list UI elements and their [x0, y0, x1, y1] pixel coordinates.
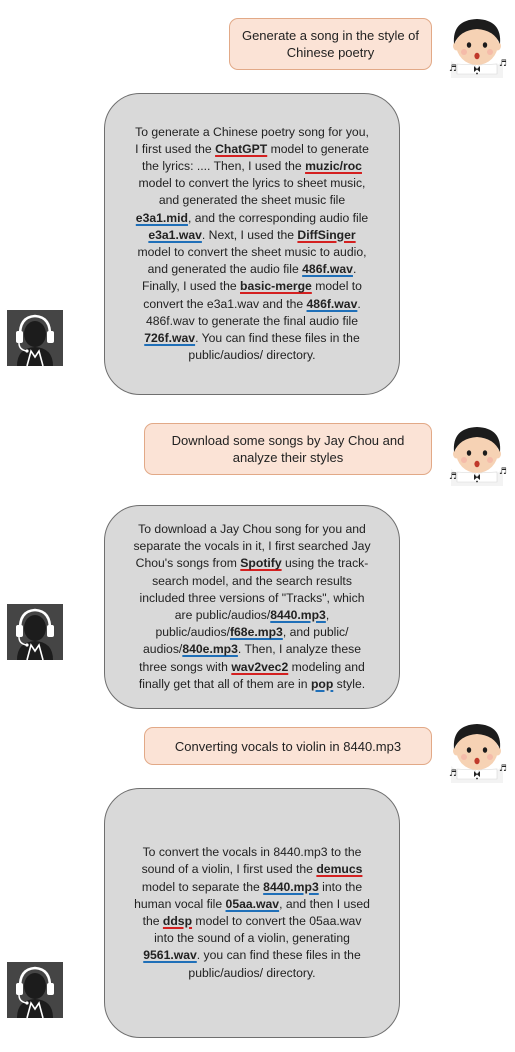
headphones-robot-avatar-icon — [7, 604, 63, 660]
message-segment: . Next, I used the — [201, 227, 298, 242]
file-name: 840e.mp3 — [182, 642, 238, 657]
singer-boy-avatar-icon — [442, 416, 512, 486]
assistant-message-text: To generate a Chinese poetry song for yo… — [133, 124, 371, 365]
message-segment: style. — [333, 676, 366, 691]
file-name: 05aa.wav — [225, 896, 280, 911]
file-name: pop — [310, 676, 334, 691]
file-name: e3a1.wav — [148, 227, 202, 242]
model-name: DiffSinger — [297, 227, 356, 242]
model-name: wav2vec2 — [231, 659, 289, 674]
file-name: 726f.wav — [144, 331, 196, 346]
message-segment: . you can find these files in the public… — [188, 948, 361, 980]
singer-boy-avatar-icon — [442, 8, 512, 78]
assistant-message-2: To download a Jay Chou song for you and … — [104, 505, 400, 709]
message-segment: model to separate the — [141, 879, 264, 894]
model-name: muzic/roc — [305, 158, 362, 173]
singer-boy-avatar-icon — [442, 713, 512, 783]
headphones-robot-avatar-icon — [7, 962, 63, 1018]
assistant-message-text: To convert the vocals in 8440.mp3 to the… — [133, 844, 371, 982]
file-name: 9561.wav — [143, 948, 197, 963]
file-name: f68e.mp3 — [229, 625, 283, 640]
model-name: demucs — [316, 862, 363, 877]
user-message-1: Generate a song in the style of Chinese … — [229, 18, 432, 70]
user-message-text: Download some songs by Jay Chou and anal… — [171, 433, 405, 465]
message-segment: . You can find these files in the public… — [188, 331, 360, 363]
assistant-message-3: To convert the vocals in 8440.mp3 to the… — [104, 788, 400, 1038]
assistant-message-1: To generate a Chinese poetry song for yo… — [104, 93, 400, 395]
model-name: ddsp — [162, 914, 193, 928]
headphones-robot-avatar-icon — [7, 310, 63, 366]
assistant-message-text: To download a Jay Chou song for you and … — [133, 521, 371, 693]
model-name: basic-merge — [240, 279, 312, 294]
file-name: 486f.wav — [306, 296, 358, 311]
file-name: 486f.wav — [302, 262, 353, 277]
user-message-text: Generate a song in the style of Chinese … — [241, 28, 420, 60]
model-name: Spotify — [240, 556, 282, 571]
user-message-text: Converting vocals to violin in 8440.mp3 — [174, 738, 402, 754]
user-message-3: Converting vocals to violin in 8440.mp3 — [144, 727, 432, 765]
model-name: ChatGPT — [215, 141, 268, 156]
message-segment: , and the corresponding audio file — [187, 210, 369, 225]
file-name: e3a1.mid — [135, 210, 188, 225]
file-name: 8440.mp3 — [270, 608, 326, 622]
user-message-2: Download some songs by Jay Chou and anal… — [144, 423, 432, 475]
message-segment: model to convert the lyrics to sheet mus… — [138, 176, 366, 208]
file-name: 8440.mp3 — [263, 879, 319, 894]
